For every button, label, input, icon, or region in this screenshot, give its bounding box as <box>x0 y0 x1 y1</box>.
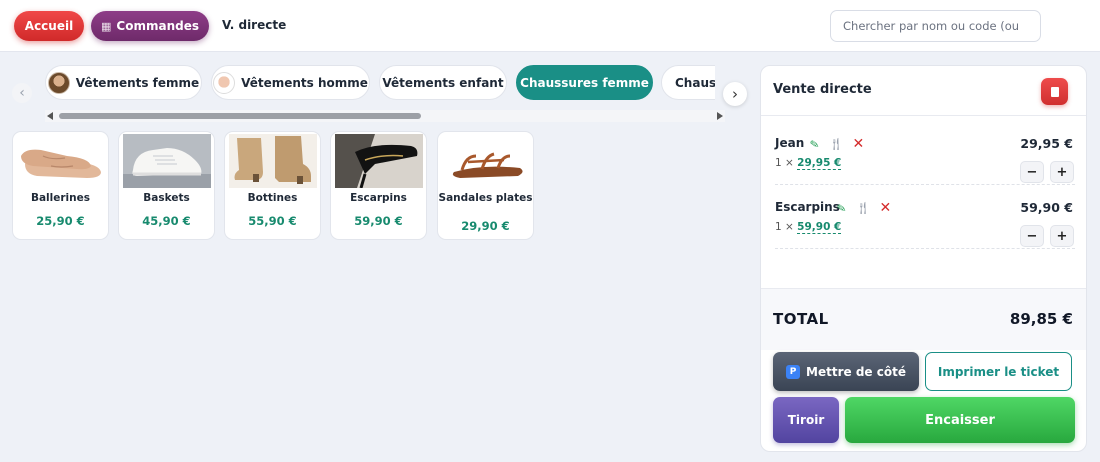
scroll-left-arrow-icon[interactable] <box>47 112 53 120</box>
tab-label: Chaussures femme <box>520 75 649 90</box>
sale-panel: Vente directe Jean ✎ 🍴︎ ✕ 29,95 € 1 × 29… <box>760 65 1087 452</box>
tab-chaussures-femme[interactable]: Chaussures femme <box>516 65 653 100</box>
cart-line-total: 59,90 € <box>1020 200 1073 215</box>
product-name: Sandales plates <box>438 192 533 204</box>
product-price: 45,90 € <box>142 214 191 228</box>
category-bar: ‹ Vêtements femme Vêtements homme Vêteme… <box>12 63 752 125</box>
tab-chaussures-next[interactable]: Chauss <box>661 65 715 100</box>
unit-price[interactable]: 29,95 € <box>797 157 842 170</box>
tab-label: Chauss <box>675 75 715 90</box>
divider <box>761 115 1086 116</box>
mode-label: V. directe <box>222 18 287 32</box>
woman-avatar-icon <box>47 71 70 94</box>
scroll-right-arrow-icon[interactable] <box>717 112 723 120</box>
ballerina-shoes-image <box>17 134 105 188</box>
quantity-minus-button[interactable]: − <box>1020 161 1044 183</box>
trash-icon[interactable] <box>1041 78 1068 105</box>
cart-line-name: Jean <box>775 136 805 150</box>
unit-price[interactable]: 59,90 € <box>797 221 842 234</box>
sale-title: Vente directe <box>773 82 872 97</box>
checkout-button[interactable]: Encaisser <box>845 397 1075 443</box>
beige-ankle-boots-image <box>229 134 317 188</box>
tab-label: Vêtements homme <box>241 75 368 90</box>
tab-label: Vêtements femme <box>75 75 200 90</box>
quantity-minus-button[interactable]: − <box>1020 225 1044 247</box>
print-ticket-button[interactable]: Imprimer le ticket <box>925 352 1072 391</box>
product-name: Escarpins <box>350 192 407 204</box>
cash-drawer-button[interactable]: Tiroir <box>773 397 839 443</box>
close-icon[interactable]: ✕ <box>879 200 891 216</box>
chevron-right-icon[interactable]: › <box>723 82 747 106</box>
product-name: Baskets <box>143 192 190 204</box>
product-card-bottines[interactable]: Bottines 55,90 € <box>224 131 321 240</box>
fork-knife-icon[interactable]: 🍴︎ <box>855 201 870 215</box>
product-card-baskets[interactable]: Baskets 45,90 € <box>118 131 215 240</box>
quantity-plus-button[interactable]: + <box>1050 161 1074 183</box>
tab-label: Vêtements enfant <box>382 75 504 90</box>
pencil-icon[interactable]: ✎ <box>809 137 820 151</box>
product-card-sandales-plates[interactable]: Sandales plates 29,90 € <box>437 131 534 240</box>
chevron-left-icon[interactable]: ‹ <box>12 83 32 103</box>
scroll-thumb[interactable] <box>59 113 421 119</box>
search-input[interactable] <box>830 10 1041 42</box>
close-icon[interactable]: ✕ <box>852 136 864 152</box>
man-avatar-icon <box>213 71 236 94</box>
product-price: 59,90 € <box>354 214 403 228</box>
total-bar: TOTAL 89,85 € <box>761 288 1086 350</box>
brown-sandals-image <box>442 134 530 188</box>
cart-line-qty: 1 × 29,95 € <box>775 157 842 170</box>
orders-button[interactable]: ▦ Commandes <box>91 11 209 41</box>
hold-sale-label: Mettre de côté <box>806 364 906 379</box>
product-name: Ballerines <box>30 192 91 204</box>
total-label: TOTAL <box>773 310 829 328</box>
product-card-escarpins[interactable]: Escarpins 59,90 € <box>330 131 427 240</box>
tab-vetements-enfant[interactable]: Vêtements enfant <box>379 65 507 100</box>
tab-vetements-homme[interactable]: Vêtements homme <box>211 65 370 100</box>
category-tabs: Vêtements femme Vêtements homme Vêtement… <box>45 63 715 103</box>
white-sneakers-image <box>123 134 211 188</box>
home-button[interactable]: Accueil <box>14 11 84 41</box>
tab-vetements-femme[interactable]: Vêtements femme <box>45 65 202 100</box>
cart-line-escarpins: Escarpins ✎ 🍴︎ ✕ 59,90 € 1 × 59,90 € − + <box>761 185 1086 249</box>
product-price: 55,90 € <box>248 214 297 228</box>
black-pumps-image <box>335 134 423 188</box>
pencil-icon[interactable]: ✎ <box>836 201 847 215</box>
quantity-plus-button[interactable]: + <box>1050 225 1074 247</box>
cart-line-name: Escarpins <box>775 200 840 214</box>
hold-sale-button[interactable]: P Mettre de côté <box>773 352 919 391</box>
product-price: 29,90 € <box>461 219 510 233</box>
cart-line-jean: Jean ✎ 🍴︎ ✕ 29,95 € 1 × 29,95 € − + <box>761 121 1086 185</box>
line-separator <box>775 248 1075 249</box>
category-scrollbar[interactable] <box>45 110 725 122</box>
parking-icon: P <box>786 364 801 379</box>
cart-line-qty: 1 × 59,90 € <box>775 221 842 234</box>
product-card-ballerines[interactable]: Ballerines 25,90 € <box>12 131 109 240</box>
top-bar: Accueil ▦ Commandes V. directe <box>0 0 1100 52</box>
product-price: 25,90 € <box>36 214 85 228</box>
orders-button-label: Commandes <box>116 19 199 33</box>
fork-knife-icon[interactable]: 🍴︎ <box>828 137 843 151</box>
cart-line-total: 29,95 € <box>1020 136 1073 151</box>
clipboard-icon: ▦ <box>101 19 112 33</box>
total-value: 89,85 € <box>1009 310 1073 328</box>
qty-prefix: 1 × <box>775 221 798 233</box>
qty-prefix: 1 × <box>775 157 798 169</box>
product-name: Bottines <box>247 192 298 204</box>
